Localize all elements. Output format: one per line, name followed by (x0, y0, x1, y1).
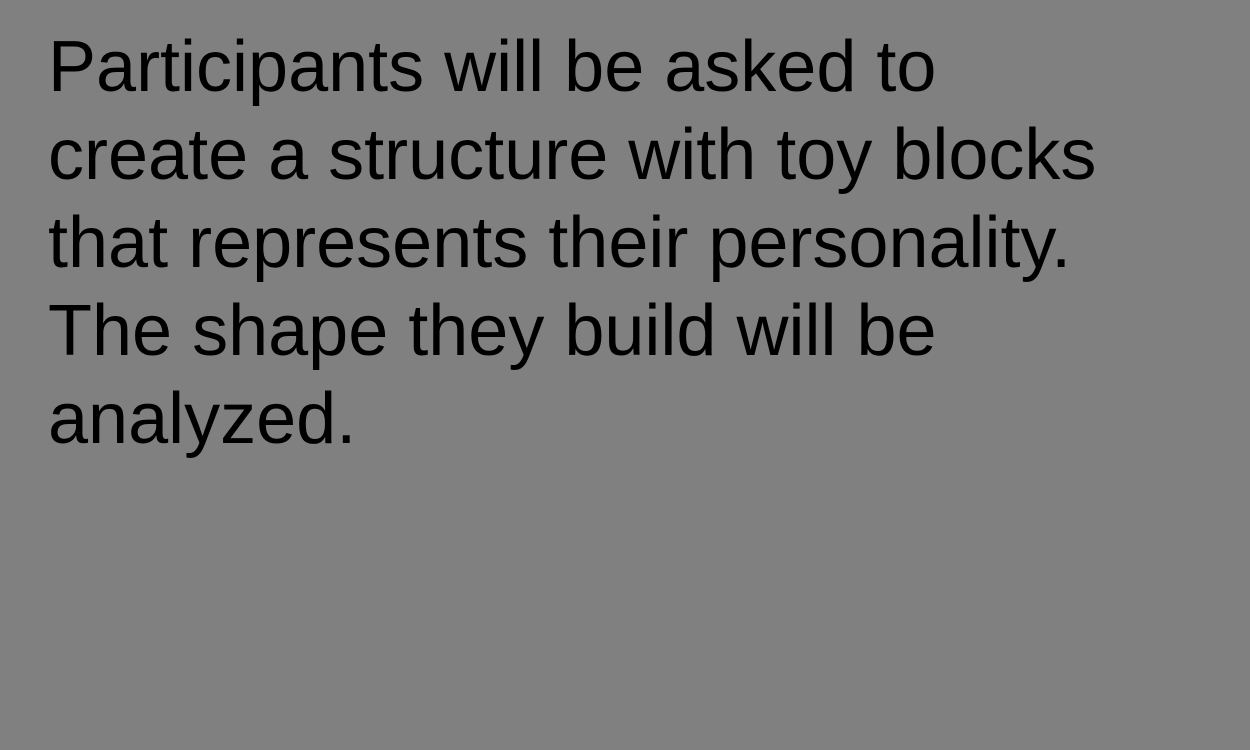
instruction-line: create a structure with toy blocks (48, 115, 1097, 195)
instruction-line: analyzed. (48, 379, 357, 459)
page-canvas: Participants will be asked to create a s… (0, 0, 1250, 750)
instruction-line: that represents their personality. (48, 203, 1072, 283)
instruction-line: The shape they build will be (48, 291, 937, 371)
instruction-line: Participants will be asked to (48, 27, 937, 107)
instruction-text: Participants will be asked to create a s… (48, 23, 1238, 463)
